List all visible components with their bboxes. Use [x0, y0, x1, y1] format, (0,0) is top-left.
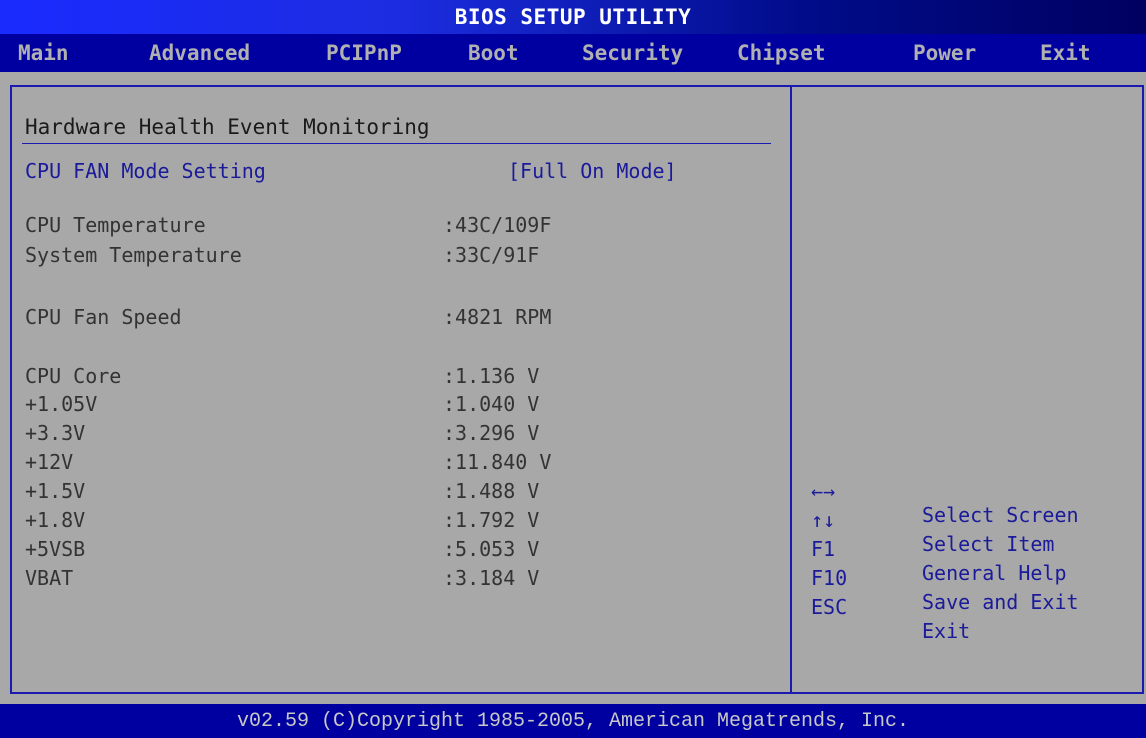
reading-row: +12V :11.840 V [25, 450, 551, 474]
reading-value: :33C/91F [443, 243, 540, 267]
window-title: BIOS SETUP UTILITY [454, 5, 692, 29]
help-row: ESC Exit [811, 571, 970, 667]
setting-label: CPU FAN Mode Setting [25, 159, 266, 183]
panel-divider [790, 87, 792, 692]
tab-boot[interactable]: Boot [468, 34, 519, 72]
tab-power[interactable]: Power [913, 34, 976, 72]
tab-advanced[interactable]: Advanced [149, 34, 250, 72]
reading-label: VBAT [25, 566, 74, 590]
reading-row: VBAT :3.184 V [25, 566, 539, 590]
cpu-fan-mode-setting[interactable]: CPU FAN Mode Setting [Full On Mode] [25, 159, 677, 183]
reading-label: CPU Core [25, 364, 122, 388]
section-divider [22, 143, 771, 144]
reading-value: :1.136 V [443, 364, 540, 388]
reading-label: +1.8V [25, 508, 86, 532]
reading-row: +1.05V :1.040 V [25, 392, 539, 416]
tab-exit[interactable]: Exit [1040, 34, 1091, 72]
reading-label: +3.3V [25, 421, 86, 445]
reading-value: :1.792 V [443, 508, 540, 532]
reading-value: :11.840 V [443, 450, 552, 474]
reading-value: :43C/109F [443, 213, 552, 237]
reading-row: CPU Fan Speed :4821 RPM [25, 305, 551, 329]
reading-row: +5VSB :5.053 V [25, 537, 539, 561]
help-key: ESC [811, 595, 848, 619]
footer-bar: v02.59 (C)Copyright 1985-2005, American … [0, 704, 1146, 738]
reading-row: +1.5V :1.488 V [25, 479, 539, 503]
copyright-text: v02.59 (C)Copyright 1985-2005, American … [236, 709, 910, 733]
reading-value: :1.040 V [443, 392, 540, 416]
tab-main[interactable]: Main [18, 34, 69, 72]
help-desc: Select Item [922, 532, 1055, 556]
reading-row: +3.3V :3.296 V [25, 421, 539, 445]
section-title: Hardware Health Event Monitoring [25, 115, 430, 139]
main-panel: Hardware Health Event Monitoring CPU FAN… [10, 85, 1144, 694]
reading-value: :3.184 V [443, 566, 540, 590]
reading-value: :5.053 V [443, 537, 540, 561]
help-desc: Select Screen [922, 503, 1079, 527]
menu-bar: Main Advanced PCIPnP Boot Security Chips… [0, 34, 1146, 72]
help-desc: General Help [922, 561, 1067, 585]
setting-value[interactable]: [Full On Mode] [508, 159, 677, 183]
reading-row: CPU Temperature :43C/109F [25, 213, 551, 237]
reading-label: CPU Temperature [25, 213, 206, 237]
reading-value: :4821 RPM [443, 305, 552, 329]
reading-label: +5VSB [25, 537, 86, 561]
help-desc: Exit [922, 619, 971, 643]
reading-value: :3.296 V [443, 421, 540, 445]
tab-security[interactable]: Security [582, 34, 683, 72]
tab-chipset[interactable]: Chipset [737, 34, 826, 72]
reading-row: System Temperature :33C/91F [25, 243, 539, 267]
title-bar: BIOS SETUP UTILITY [0, 0, 1146, 34]
reading-label: +12V [25, 450, 74, 474]
reading-row: +1.8V :1.792 V [25, 508, 539, 532]
reading-label: +1.05V [25, 392, 98, 416]
help-desc: Save and Exit [922, 590, 1079, 614]
reading-label: System Temperature [25, 243, 242, 267]
reading-row: CPU Core :1.136 V [25, 364, 539, 388]
tab-pcipnp[interactable]: PCIPnP [326, 34, 402, 72]
reading-value: :1.488 V [443, 479, 540, 503]
reading-label: +1.5V [25, 479, 86, 503]
reading-label: CPU Fan Speed [25, 305, 182, 329]
